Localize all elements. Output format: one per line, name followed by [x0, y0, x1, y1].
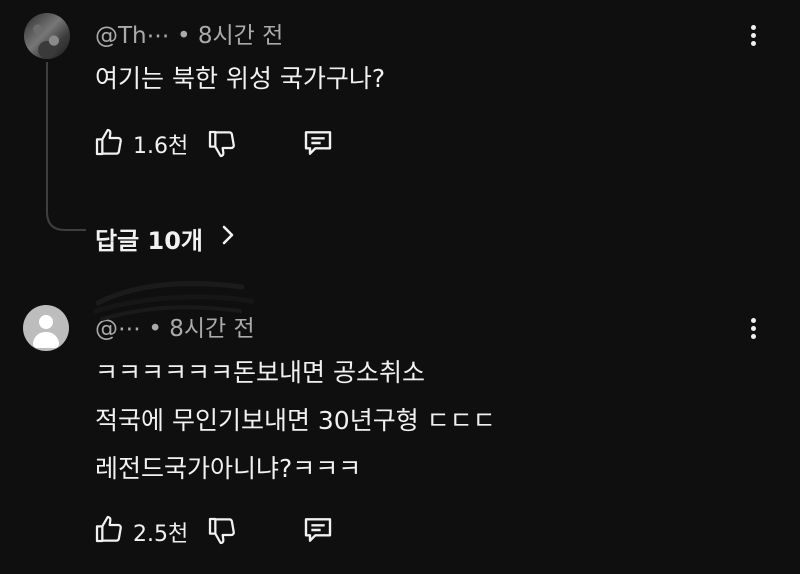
reply-icon[interactable]	[301, 514, 335, 546]
comment-text: 여기는 북한 위성 국가구나?	[95, 64, 386, 93]
thread-connector-line	[46, 62, 86, 231]
comment-text-line: 적국에 무인기보내면 30년구형 ㄷㄷㄷ	[95, 406, 496, 435]
author-handle[interactable]: @Th⋯	[95, 23, 170, 49]
replies-label: 답글 10개	[95, 227, 203, 255]
default-avatar[interactable]	[23, 305, 69, 351]
thumbs-up-icon[interactable]	[93, 126, 125, 158]
comment-text-line: ㅋㅋㅋㅋㅋㅋ돈보내면 공소취소	[95, 358, 425, 387]
more-vertical-icon[interactable]	[743, 25, 763, 49]
thumbs-down-icon[interactable]	[206, 515, 238, 547]
redaction-scribble	[93, 281, 255, 321]
thumbs-up-icon[interactable]	[93, 513, 125, 545]
more-vertical-icon[interactable]	[743, 318, 763, 342]
reply-icon[interactable]	[301, 127, 335, 159]
author-avatar[interactable]	[24, 13, 70, 59]
thumbs-down-icon[interactable]	[206, 128, 238, 160]
like-count: 2.5천	[133, 522, 189, 547]
view-replies-button[interactable]: 답글 10개	[95, 221, 203, 256]
comment-text-line: 레전드국가아니냐?ㅋㅋㅋ	[95, 454, 362, 483]
like-count: 1.6천	[133, 134, 189, 159]
timestamp: • 8시간 전	[176, 23, 284, 49]
comment-meta: @Th⋯ • 8시간 전	[95, 16, 283, 50]
chevron-right-icon[interactable]	[219, 224, 237, 246]
